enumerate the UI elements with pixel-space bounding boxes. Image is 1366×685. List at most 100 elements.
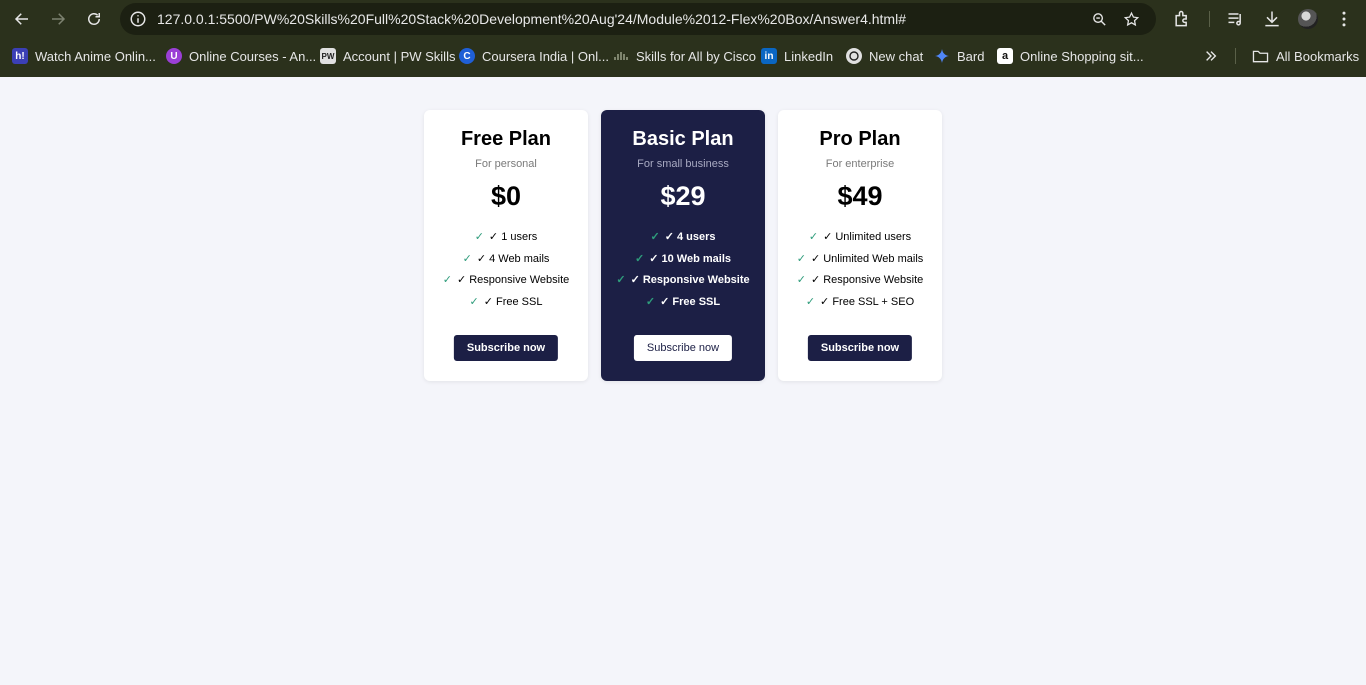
browser-toolbar: 127.0.0.1:5500/PW%20Skills%20Full%20Stac…	[0, 0, 1366, 38]
subscribe-button-free[interactable]: Subscribe now	[453, 335, 559, 361]
feature-item: ✓ ✓ Responsive Website	[424, 272, 588, 294]
bookmark-label: Bard	[957, 48, 985, 64]
bookmark-label: LinkedIn	[784, 48, 834, 64]
plan-price: $49	[837, 181, 883, 211]
check-icon: ✓	[442, 274, 452, 287]
subscribe-button-basic[interactable]: Subscribe now	[633, 335, 733, 361]
bookmark-label: Online Shopping sit...	[1020, 48, 1144, 64]
check-icon: ✓	[635, 252, 645, 265]
coursera-icon: C	[459, 48, 475, 64]
bookmark-label: Online Courses - An...	[189, 48, 317, 64]
feature-list: ✓ ✓ Unlimited users ✓ ✓ Unlimited Web mail…	[778, 229, 942, 316]
arrow-left-icon	[14, 13, 28, 25]
plan-title: Pro Plan	[819, 128, 901, 150]
all-bookmarks-label: All Bookmarks	[1276, 48, 1360, 64]
plan-card-free: Free Plan For personal $0 ✓ ✓ 1 users ✓ ✓ …	[424, 110, 588, 381]
bookmark-pw-skills[interactable]: PW Account | PW Skills	[320, 41, 455, 71]
plan-subtitle: For personal	[475, 158, 537, 170]
chatgpt-icon	[846, 48, 862, 64]
amazon-icon: a	[997, 48, 1013, 64]
address-bar[interactable]: 127.0.0.1:5500/PW%20Skills%20Full%20Stac…	[120, 3, 1156, 35]
folder-icon	[1252, 50, 1269, 62]
check-icon: ✓	[808, 231, 819, 243]
feature-text: ✓ 1 users	[488, 231, 538, 243]
site-info-icon[interactable]	[129, 10, 147, 28]
all-bookmarks-button[interactable]: All Bookmarks	[1252, 41, 1359, 71]
feature-item: ✓ ✓ 4 users	[601, 229, 765, 251]
check-icon: ✓	[650, 231, 660, 243]
feature-text: ✓ Free SSL + SEO	[820, 296, 915, 309]
bookmark-new-chat[interactable]: New chat	[846, 41, 923, 71]
reading-list-icon[interactable]	[1226, 9, 1246, 29]
url-text[interactable]: 127.0.0.1:5500/PW%20Skills%20Full%20Stac…	[157, 3, 906, 35]
back-button[interactable]	[10, 7, 34, 31]
check-icon: ✓	[796, 252, 806, 265]
plan-card-basic: Basic Plan For small business $29 ✓ ✓ 4 u…	[601, 110, 765, 381]
bookmarks-bar: h! Watch Anime Onlin... U Online Courses…	[0, 41, 1366, 71]
check-icon: ✓	[796, 274, 806, 287]
check-icon: ✓	[462, 252, 472, 265]
feature-text: ✓ Free SSL	[660, 296, 721, 309]
bookmark-bard[interactable]: Bard	[934, 41, 984, 71]
feature-item: ✓ ✓ Responsive Website	[778, 272, 942, 294]
plan-subtitle: For enterprise	[825, 158, 895, 170]
bookmark-linkedin[interactable]: in LinkedIn	[761, 41, 833, 71]
reload-button[interactable]	[82, 7, 106, 31]
bard-sparkle-icon	[935, 49, 949, 63]
extensions-icon[interactable]	[1172, 9, 1192, 29]
plan-title: Free Plan	[460, 128, 552, 150]
browser-chrome: 127.0.0.1:5500/PW%20Skills%20Full%20Stac…	[0, 0, 1366, 77]
feature-item: ✓ ✓ Free SSL + SEO	[778, 294, 942, 316]
feature-item: ✓ ✓ Responsive Website	[601, 272, 765, 294]
feature-text: ✓ 4 Web mails	[476, 252, 550, 265]
feature-item: ✓ ✓ Unlimited Web mails	[778, 251, 942, 273]
bookmark-star-icon[interactable]	[1123, 11, 1140, 28]
bookmark-watch-anime[interactable]: h! Watch Anime Onlin...	[12, 41, 156, 71]
bookmark-amazon[interactable]: a Online Shopping sit...	[997, 41, 1144, 71]
bookmark-label: Skills for All by Cisco	[636, 48, 756, 64]
feature-item: ✓ ✓ Free SSL	[601, 294, 765, 316]
reload-icon	[88, 13, 100, 25]
zoom-icon[interactable]	[1091, 11, 1108, 28]
plan-price: $0	[490, 181, 522, 211]
check-icon: ✓	[616, 274, 626, 287]
more-menu-icon[interactable]	[1334, 9, 1354, 29]
plan-title: Basic Plan	[632, 128, 734, 150]
feature-list: ✓ ✓ 1 users ✓ ✓ 4 Web mails ✓ ✓ Responsive …	[424, 229, 588, 316]
check-icon: ✓	[645, 296, 656, 309]
bookmark-label: Account | PW Skills	[343, 48, 456, 64]
check-icon: ✓	[474, 231, 484, 243]
check-icon: ✓	[469, 296, 479, 309]
feature-item: ✓ ✓ Unlimited users	[778, 229, 942, 251]
plan-subtitle: For small business	[637, 158, 729, 170]
feature-text: ✓ Responsive Website	[810, 274, 924, 287]
bookmarks-divider	[1235, 48, 1236, 64]
bookmark-online-courses[interactable]: U Online Courses - An...	[166, 41, 316, 71]
profile-avatar[interactable]	[1298, 9, 1318, 29]
bookmark-label: New chat	[869, 48, 924, 64]
forward-button[interactable]	[46, 7, 70, 31]
check-icon: ✓	[805, 296, 816, 309]
feature-item: ✓ ✓ 4 Web mails	[424, 251, 588, 273]
feature-text: ✓ Unlimited users	[823, 231, 912, 243]
feature-text: ✓ Free SSL	[483, 296, 543, 309]
toolbar-divider	[1209, 11, 1210, 27]
feature-item: ✓ ✓ 1 users	[424, 229, 588, 251]
feature-text: ✓ 4 users	[664, 231, 716, 243]
arrow-right-icon	[52, 13, 66, 25]
feature-item: ✓ ✓ 10 Web mails	[601, 251, 765, 273]
cisco-icon	[614, 52, 628, 60]
bookmark-label: Watch Anime Onlin...	[35, 48, 156, 64]
feature-text: ✓ Unlimited Web mails	[810, 252, 924, 265]
udemy-icon: U	[166, 48, 182, 64]
bookmark-cisco[interactable]: Skills for All by Cisco	[613, 41, 756, 71]
bookmark-coursera[interactable]: C Coursera India | Onl...	[459, 41, 609, 71]
more-bookmarks-button[interactable]	[1204, 41, 1218, 71]
pricing-cards: Free Plan For personal $0 ✓ ✓ 1 users ✓ ✓ …	[424, 110, 942, 381]
hianime-icon: h!	[12, 48, 28, 64]
bookmark-label: Coursera India | Onl...	[482, 48, 609, 64]
download-icon[interactable]	[1262, 9, 1282, 29]
plan-card-pro: Pro Plan For enterprise $49 ✓ ✓ Unlimited…	[778, 110, 942, 381]
chevron-double-right-icon	[1206, 51, 1217, 61]
subscribe-button-pro[interactable]: Subscribe now	[807, 335, 913, 361]
